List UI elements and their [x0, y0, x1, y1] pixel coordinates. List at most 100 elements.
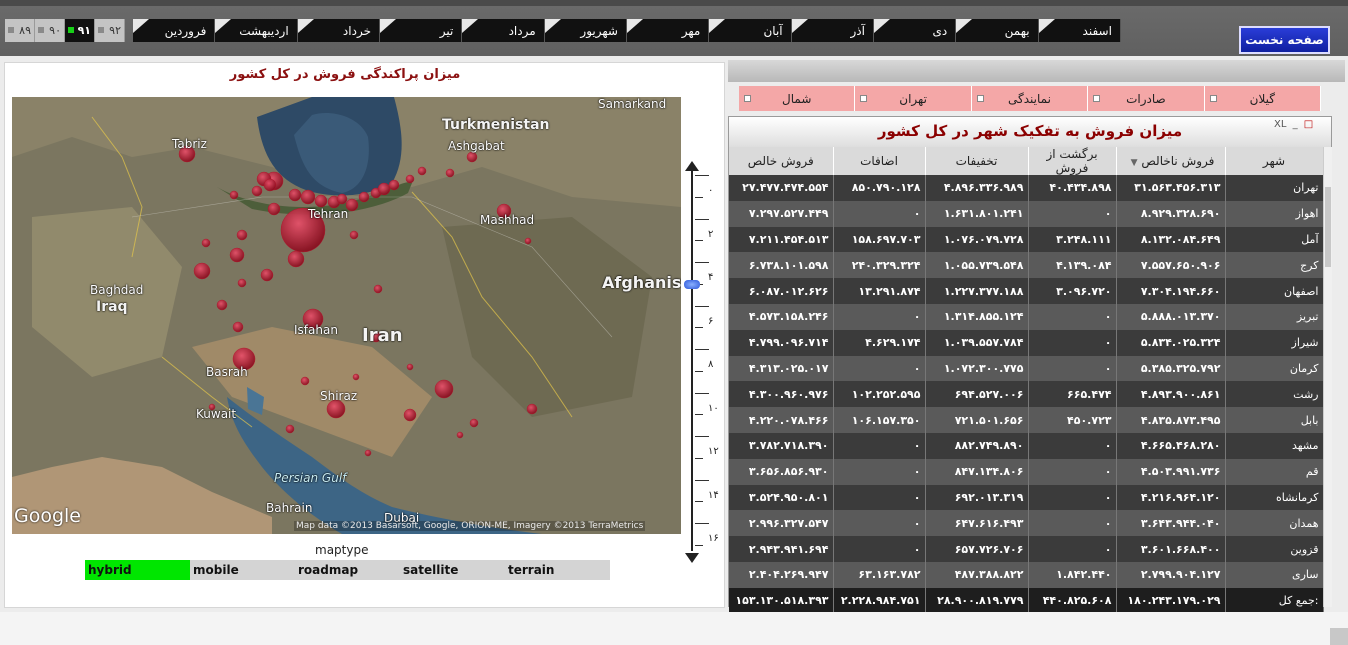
sales-bubble-marker[interactable]: [377, 182, 391, 196]
year-92-option[interactable]: ۹۲: [95, 19, 125, 42]
sales-bubble-marker[interactable]: [358, 191, 370, 203]
maptype-terrain[interactable]: terrain: [505, 560, 610, 580]
month-tab-ordibehesht[interactable]: اردیبهشت: [215, 19, 298, 42]
sales-bubble-marker[interactable]: [349, 230, 359, 240]
minimize-icon[interactable]: _: [1293, 119, 1298, 130]
resize-corner[interactable]: [1330, 628, 1348, 645]
table-row[interactable]: ۴.۵۷۳.۱۵۸.۲۴۶ ۰ ۱.۳۱۴.۸۵۵.۱۲۴ ۰ ۵.۸۸۸.۰۱۳.۳۷…: [729, 303, 1324, 330]
filter-namayandegi[interactable]: نمایندگی: [972, 86, 1089, 111]
zoom-out-arrow-icon[interactable]: [685, 553, 699, 563]
sales-bubble-marker[interactable]: [314, 194, 328, 208]
year-checkbox[interactable]: [8, 27, 14, 33]
sales-bubble-marker[interactable]: [300, 189, 316, 205]
filter-tehran[interactable]: تهران: [855, 86, 972, 111]
table-row[interactable]: ۲.۹۴۳.۹۴۱.۶۹۴ ۰ ۶۵۷.۷۲۶.۷۰۶ ۰ ۳.۶۰۱.۶۶۸.۴۰۰ ق…: [729, 536, 1324, 562]
maptype-satellite[interactable]: satellite: [400, 560, 505, 580]
filter-checkbox[interactable]: [1093, 95, 1101, 102]
zoom-track[interactable]: [691, 169, 693, 551]
year-checkbox[interactable]: [98, 27, 104, 33]
year-91-option[interactable]: ۹۱: [65, 19, 95, 42]
table-scrollbar[interactable]: [1323, 147, 1332, 607]
filter-checkbox[interactable]: [976, 95, 984, 102]
sales-bubble-marker[interactable]: [287, 250, 305, 268]
column-header-additions[interactable]: اضافات: [833, 147, 926, 175]
filter-shomal[interactable]: شمال: [739, 86, 856, 111]
sales-map[interactable]: Samarkand Turkmenistan Ashgabat Tabriz T…: [12, 97, 681, 534]
sales-bubble-marker[interactable]: [232, 321, 244, 333]
filter-checkbox[interactable]: [860, 95, 868, 102]
column-header-discounts[interactable]: تخفیفات: [925, 147, 1029, 175]
table-row[interactable]: ۳.۵۲۴.۹۵۰.۸۰۱ ۰ ۶۹۲.۰۱۳.۳۱۹ ۰ ۴.۲۱۶.۹۶۴.۱۲۰ ک…: [729, 484, 1324, 511]
sales-bubble-marker[interactable]: [251, 185, 263, 197]
sales-bubble-marker[interactable]: [236, 229, 248, 241]
sales-bubble-marker[interactable]: [469, 418, 479, 428]
sales-bubble-marker[interactable]: [526, 403, 538, 415]
sales-bubble-marker[interactable]: [229, 190, 239, 200]
filter-saderat[interactable]: صادرات: [1088, 86, 1205, 111]
maptype-hybrid[interactable]: hybrid: [85, 560, 190, 580]
year-90-option[interactable]: ۹۰: [35, 19, 65, 42]
month-tab-farvardin[interactable]: فروردین: [133, 19, 216, 42]
month-tab-mehr[interactable]: مهر: [626, 19, 710, 42]
sales-bubble-marker[interactable]: [466, 151, 478, 163]
sales-bubble-marker[interactable]: [456, 431, 464, 439]
sales-bubble-marker[interactable]: [216, 299, 228, 311]
zoom-slider[interactable]: ۰ ۲ ۴ ۶ ۸ ۱۰ ۱۲ ۱۴ ۱۶: [683, 159, 723, 567]
sales-bubble-marker[interactable]: [373, 284, 383, 294]
year-checkbox[interactable]: [38, 27, 44, 33]
table-row[interactable]: ۴.۳۱۳.۰۲۵.۰۱۷ ۰ ۱.۰۷۲.۳۰۰.۷۷۵ ۰ ۵.۳۸۵.۳۲۵.۷۹…: [729, 355, 1324, 382]
sales-bubble-marker[interactable]: [524, 237, 532, 245]
month-tab-aban[interactable]: آبان: [709, 19, 792, 42]
sort-down-icon[interactable]: ▼: [1131, 158, 1138, 168]
sales-bubble-marker[interactable]: [288, 188, 302, 202]
export-excel-icon[interactable]: XL: [1274, 119, 1286, 130]
table-row[interactable]: ۷.۲۱۱.۴۵۴.۵۱۳ ۱۵۸.۶۹۷.۷۰۳ ۱.۰۷۶.۰۷۹.۷۲۸ ۳.۲…: [729, 226, 1324, 253]
table-row[interactable]: ۲۷.۴۷۷.۴۷۴.۵۵۴ ۸۵۰.۷۹۰.۱۲۸ ۴.۸۹۶.۳۳۶.۹۸۹ ۴۰…: [729, 175, 1324, 201]
column-header-city[interactable]: شهر: [1225, 147, 1324, 175]
table-row[interactable]: ۴.۷۹۹.۰۹۶.۷۱۴ ۴.۶۲۹.۱۷۴ ۱.۰۳۹.۵۵۷.۷۸۴ ۰ ۵.۸۳…: [729, 329, 1324, 356]
table-row[interactable]: ۲.۹۹۶.۳۲۷.۵۴۷ ۰ ۶۴۷.۶۱۶.۴۹۳ ۰ ۳.۶۴۳.۹۴۴.۰۴۰ ه…: [729, 510, 1324, 537]
sales-bubble-marker[interactable]: [237, 278, 247, 288]
sales-bubble-marker[interactable]: [336, 193, 348, 205]
sales-bubble-marker[interactable]: [352, 373, 360, 381]
sales-bubble-marker[interactable]: [417, 166, 427, 176]
sales-bubble-marker[interactable]: [403, 408, 417, 422]
column-header-gross-sales[interactable]: ▼ فروش ناخالص: [1116, 147, 1226, 175]
month-tab-shahrivar[interactable]: شهریور: [544, 19, 627, 42]
sales-bubble-marker[interactable]: [263, 178, 277, 192]
maptype-mobile[interactable]: mobile: [190, 560, 295, 580]
filter-gilan[interactable]: گیلان: [1205, 86, 1322, 111]
scrollbar-thumb[interactable]: [1325, 187, 1331, 267]
sales-bubble-marker[interactable]: [364, 449, 372, 457]
sales-bubble-marker[interactable]: [193, 262, 211, 280]
table-row[interactable]: ۶.۰۸۷.۰۱۲.۶۲۶ ۱۳.۲۹۱.۸۷۴ ۱.۲۲۷.۳۷۷.۱۸۸ ۳.۰۹…: [729, 278, 1324, 304]
table-row[interactable]: ۳.۷۸۲.۷۱۸.۳۹۰ ۰ ۸۸۲.۷۴۹.۸۹۰ ۰ ۴.۶۶۵.۴۶۸.۲۸۰ م…: [729, 432, 1324, 459]
sales-bubble-marker[interactable]: [405, 174, 415, 184]
table-row[interactable]: ۲.۴۰۴.۲۶۹.۹۴۷ ۶۳.۱۶۳.۷۸۲ ۴۸۷.۳۸۸.۸۲۲ ۱.۸۴۲.…: [729, 561, 1324, 588]
maximize-icon[interactable]: □: [1304, 119, 1313, 130]
year-checkbox-checked[interactable]: [68, 27, 74, 33]
sales-bubble-marker[interactable]: [260, 268, 274, 282]
month-tab-bahman[interactable]: بهمن: [956, 19, 1039, 42]
table-row[interactable]: ۷.۲۹۷.۵۲۷.۴۴۹ ۰ ۱.۶۳۱.۸۰۱.۲۴۱ ۰ ۸.۹۲۹.۳۲۸.۶۹…: [729, 200, 1324, 227]
month-tab-mordad[interactable]: مرداد: [462, 19, 545, 42]
month-tab-khordad[interactable]: خرداد: [297, 19, 380, 42]
month-tab-esfand[interactable]: اسفند: [1038, 19, 1121, 42]
year-89-option[interactable]: ۸۹: [5, 19, 35, 42]
sales-bubble-marker[interactable]: [267, 202, 281, 216]
filter-checkbox[interactable]: [1209, 95, 1217, 102]
zoom-handle[interactable]: [684, 279, 700, 289]
table-row[interactable]: ۳.۶۵۶.۸۵۶.۹۳۰ ۰ ۸۴۷.۱۳۴.۸۰۶ ۰ ۴.۵۰۳.۹۹۱.۷۳۶ ق…: [729, 458, 1324, 485]
filter-checkbox[interactable]: [744, 95, 751, 102]
sales-bubble-marker[interactable]: [445, 168, 455, 178]
month-tab-dey[interactable]: دی: [873, 19, 957, 42]
column-header-returns[interactable]: برگشت از فروش: [1028, 147, 1117, 175]
sales-bubble-marker[interactable]: [388, 179, 400, 191]
month-tab-tir[interactable]: تیر: [379, 19, 463, 42]
column-header-net-sales[interactable]: فروش خالص: [729, 147, 834, 175]
sales-bubble-marker[interactable]: [285, 424, 295, 434]
sales-bubble-marker[interactable]: [434, 379, 454, 399]
maptype-roadmap[interactable]: roadmap: [295, 560, 400, 580]
table-row[interactable]: ۴.۲۲۰.۰۷۸.۴۶۶ ۱۰۶.۱۵۷.۳۵۰ ۷۲۱.۵۰۱.۶۵۶ ۴۵۰.۷…: [729, 407, 1324, 433]
sales-bubble-marker[interactable]: [406, 363, 414, 371]
